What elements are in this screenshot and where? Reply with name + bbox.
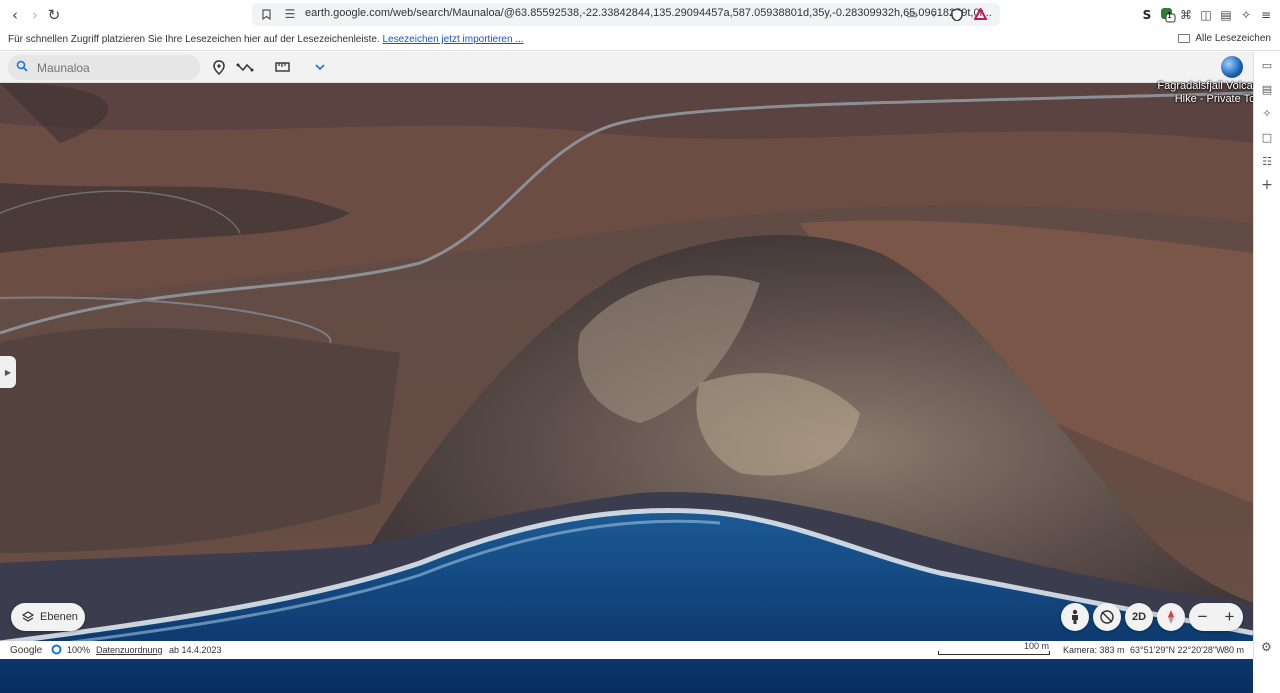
shield-icon[interactable] [949, 6, 965, 22]
settings-icon[interactable]: ⚙ [1261, 640, 1272, 654]
cast-icon[interactable]: ▭ [904, 6, 920, 22]
attribution-link[interactable]: Datenzuordnung [96, 645, 163, 655]
scale-label: 100 m [1024, 641, 1050, 651]
import-bookmarks-link[interactable]: Lesezeichen jetzt importieren ... [382, 34, 523, 45]
terrain-image [0, 83, 1253, 693]
load-percent: 100% [67, 645, 91, 655]
path-icon[interactable] [235, 58, 255, 76]
earth-app: ▶ Fagradalsfjall Volcano Hike - Private … [0, 52, 1280, 693]
search-icon[interactable] [16, 60, 28, 72]
browser-toolbar: ‹ › ↻ ☰ earth.google.com/web/search/Maun… [0, 0, 1280, 30]
forward-icon[interactable]: › [25, 5, 45, 25]
search-box[interactable] [8, 55, 200, 80]
zoom-out-button[interactable]: − [1189, 603, 1216, 631]
site-info-icon[interactable]: ☰ [282, 6, 298, 22]
placemark-icon[interactable] [209, 58, 229, 76]
all-bookmarks-button[interactable]: Alle Lesezeichen [1178, 33, 1271, 44]
bookmarks-hint: Für schnellen Zugriff platzieren Sie Ihr… [8, 34, 524, 45]
zoom-in-button[interactable]: + [1216, 603, 1243, 631]
google-logo: Google [10, 645, 43, 656]
reading-list-icon[interactable]: ☷ [1260, 154, 1274, 168]
browser-side-panel: ▭ ▤ ✧ □ ☷ + [1253, 52, 1280, 659]
sidebar-icon[interactable]: ◫ [1197, 6, 1215, 24]
loading-ring-icon [51, 644, 62, 657]
search-input[interactable] [37, 59, 187, 77]
all-bookmarks-label: Alle Lesezeichen [1195, 33, 1271, 44]
leo-icon[interactable]: ✧ [1237, 6, 1255, 24]
bookmarks-bar: Für schnellen Zugriff platzieren Sie Ihr… [0, 30, 1280, 51]
poi-label-line1: Fagradalsfjall Volcano [1157, 80, 1265, 92]
elevation: 80 m [1224, 645, 1245, 655]
window-icon[interactable]: ▭ [1260, 58, 1274, 72]
layers-button[interactable]: Ebenen [11, 603, 85, 631]
wallet-side-icon[interactable]: ▤ [1260, 82, 1274, 96]
url-text[interactable]: earth.google.com/web/search/Maunaloa/@63… [305, 7, 992, 19]
layers-icon [22, 611, 34, 622]
menu-icon[interactable]: ≡ [1257, 6, 1275, 24]
bookmarks-side-icon[interactable]: □ [1260, 130, 1274, 144]
earth-toolbar [0, 52, 1253, 83]
pegman-icon[interactable] [1061, 603, 1089, 631]
extension-badge: 1 [1167, 11, 1173, 20]
extensions-icon[interactable]: ⌘ [1177, 6, 1195, 24]
layers-label: Ebenen [40, 611, 78, 623]
tilt-off-icon[interactable] [1093, 603, 1121, 631]
folder-icon [1178, 34, 1191, 43]
globe-icon[interactable] [1221, 56, 1243, 78]
share-icon[interactable]: ⑂ [926, 6, 942, 22]
chevron-down-icon[interactable] [310, 58, 330, 76]
poi-label[interactable]: Fagradalsfjall Volcano Hike - Private To… [1157, 80, 1265, 106]
compass-icon[interactable] [1157, 603, 1185, 631]
rewards-icon[interactable] [972, 6, 988, 22]
bookmark-icon[interactable] [258, 6, 274, 22]
add-panel-icon[interactable]: + [1260, 177, 1274, 193]
scale-bar [938, 651, 1050, 655]
leo-side-icon[interactable]: ✧ [1260, 106, 1274, 120]
zoom-control: − + [1189, 603, 1243, 631]
extension-badge-icon[interactable]: 1 [1159, 6, 1177, 24]
back-icon[interactable]: ‹ [5, 5, 25, 25]
expand-panel-button[interactable]: ▶ [0, 356, 16, 388]
ruler-icon[interactable] [272, 58, 292, 76]
coordinates: 63°51'29"N 22°20'28"W [1130, 645, 1225, 655]
status-bar: Google 100% Datenzuordnung ab 14.4.2023 … [0, 641, 1253, 659]
wallet-icon[interactable]: ▤ [1217, 6, 1235, 24]
imagery-date: ab 14.4.2023 [169, 645, 222, 655]
bookmarks-hint-text: Für schnellen Zugriff platzieren Sie Ihr… [8, 34, 380, 45]
address-bar[interactable]: ☰ earth.google.com/web/search/Maunaloa/@… [252, 3, 1000, 26]
map-view[interactable] [0, 83, 1253, 693]
s-extension-icon[interactable]: S [1138, 6, 1156, 24]
reload-icon[interactable]: ↻ [44, 5, 64, 25]
view-2d-button[interactable]: 2D [1125, 603, 1153, 631]
camera-altitude: Kamera: 383 m [1063, 645, 1125, 655]
poi-label-line2: Hike - Private Tour [1174, 93, 1265, 105]
